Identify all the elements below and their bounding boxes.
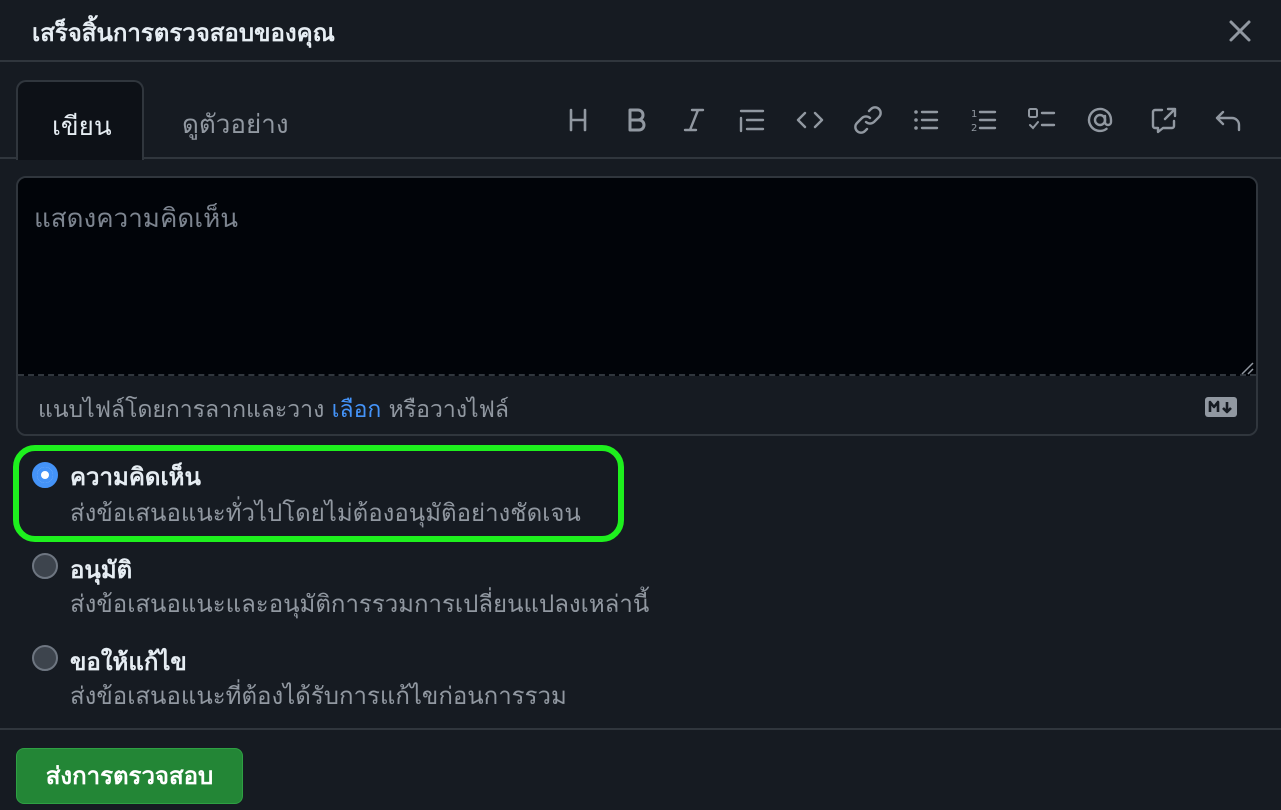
tab-write[interactable]: เขียน	[16, 80, 144, 160]
attach-prefix: แนบไฟล์โดยการลากและวาง	[38, 397, 325, 423]
svg-text:2: 2	[971, 123, 977, 134]
dialog-footer: ส่งการตรวจสอบ	[0, 728, 1281, 810]
approve-radio[interactable]	[32, 553, 58, 579]
review-option-request-changes[interactable]: ขอให้แก้ไข ส่งข้อเสนอแนะที่ต้องได้รับการ…	[0, 640, 700, 720]
request-changes-radio[interactable]	[32, 645, 58, 671]
attach-suffix: หรือวางไฟล์	[388, 397, 509, 423]
undo-icon[interactable]	[1206, 98, 1250, 142]
resize-handle-icon[interactable]	[1240, 360, 1254, 375]
option-description: ส่งข้อเสนอแนะและอนุมัติการรวมการเปลี่ยนแ…	[70, 590, 650, 618]
review-option-approve[interactable]: อนุมัติ ส่งข้อเสนอแนะและอนุมัติการรวมการ…	[0, 548, 700, 628]
unordered-list-icon[interactable]	[904, 98, 948, 142]
bold-icon[interactable]	[614, 98, 658, 142]
attach-bar: แนบไฟล์โดยการลากและวาง เลือก หรือวางไฟล์	[18, 376, 1256, 434]
mention-icon[interactable]	[1078, 98, 1122, 142]
svg-text:1: 1	[971, 109, 977, 120]
heading-icon[interactable]	[556, 98, 600, 142]
link-icon[interactable]	[846, 98, 890, 142]
formatting-toolbar: 12	[556, 98, 1256, 142]
comment-editor: แนบไฟล์โดยการลากและวาง เลือก หรือวางไฟล์	[16, 176, 1258, 436]
highlight-outline	[13, 445, 624, 542]
cross-reference-icon[interactable]	[1142, 98, 1186, 142]
comment-input[interactable]	[18, 178, 1256, 376]
tab-preview[interactable]: ดูตัวอย่าง	[150, 80, 330, 160]
italic-icon[interactable]	[672, 98, 716, 142]
tab-preview-label: ดูตัวอย่าง	[182, 110, 289, 140]
option-description: ส่งข้อเสนอแนะที่ต้องได้รับการแก้ไขก่อนกา…	[70, 682, 567, 710]
task-list-icon[interactable]	[1020, 98, 1064, 142]
quote-icon[interactable]	[730, 98, 774, 142]
attach-instructions: แนบไฟล์โดยการลากและวาง เลือก หรือวางไฟล์	[38, 392, 509, 428]
attach-choose-link[interactable]: เลือก	[332, 397, 382, 423]
review-dialog: เสร็จสิ้นการตรวจสอบของคุณ เขียน ดูตัวอย่…	[0, 0, 1281, 810]
submit-review-button[interactable]: ส่งการตรวจสอบ	[16, 748, 243, 804]
dialog-header: เสร็จสิ้นการตรวจสอบของคุณ	[0, 0, 1281, 62]
dialog-title: เสร็จสิ้นการตรวจสอบของคุณ	[32, 19, 335, 47]
close-icon[interactable]	[1225, 16, 1255, 46]
tab-write-label: เขียน	[52, 112, 112, 142]
ordered-list-icon[interactable]: 12	[962, 98, 1006, 142]
markdown-icon[interactable]	[1204, 396, 1238, 422]
code-icon[interactable]	[788, 98, 832, 142]
